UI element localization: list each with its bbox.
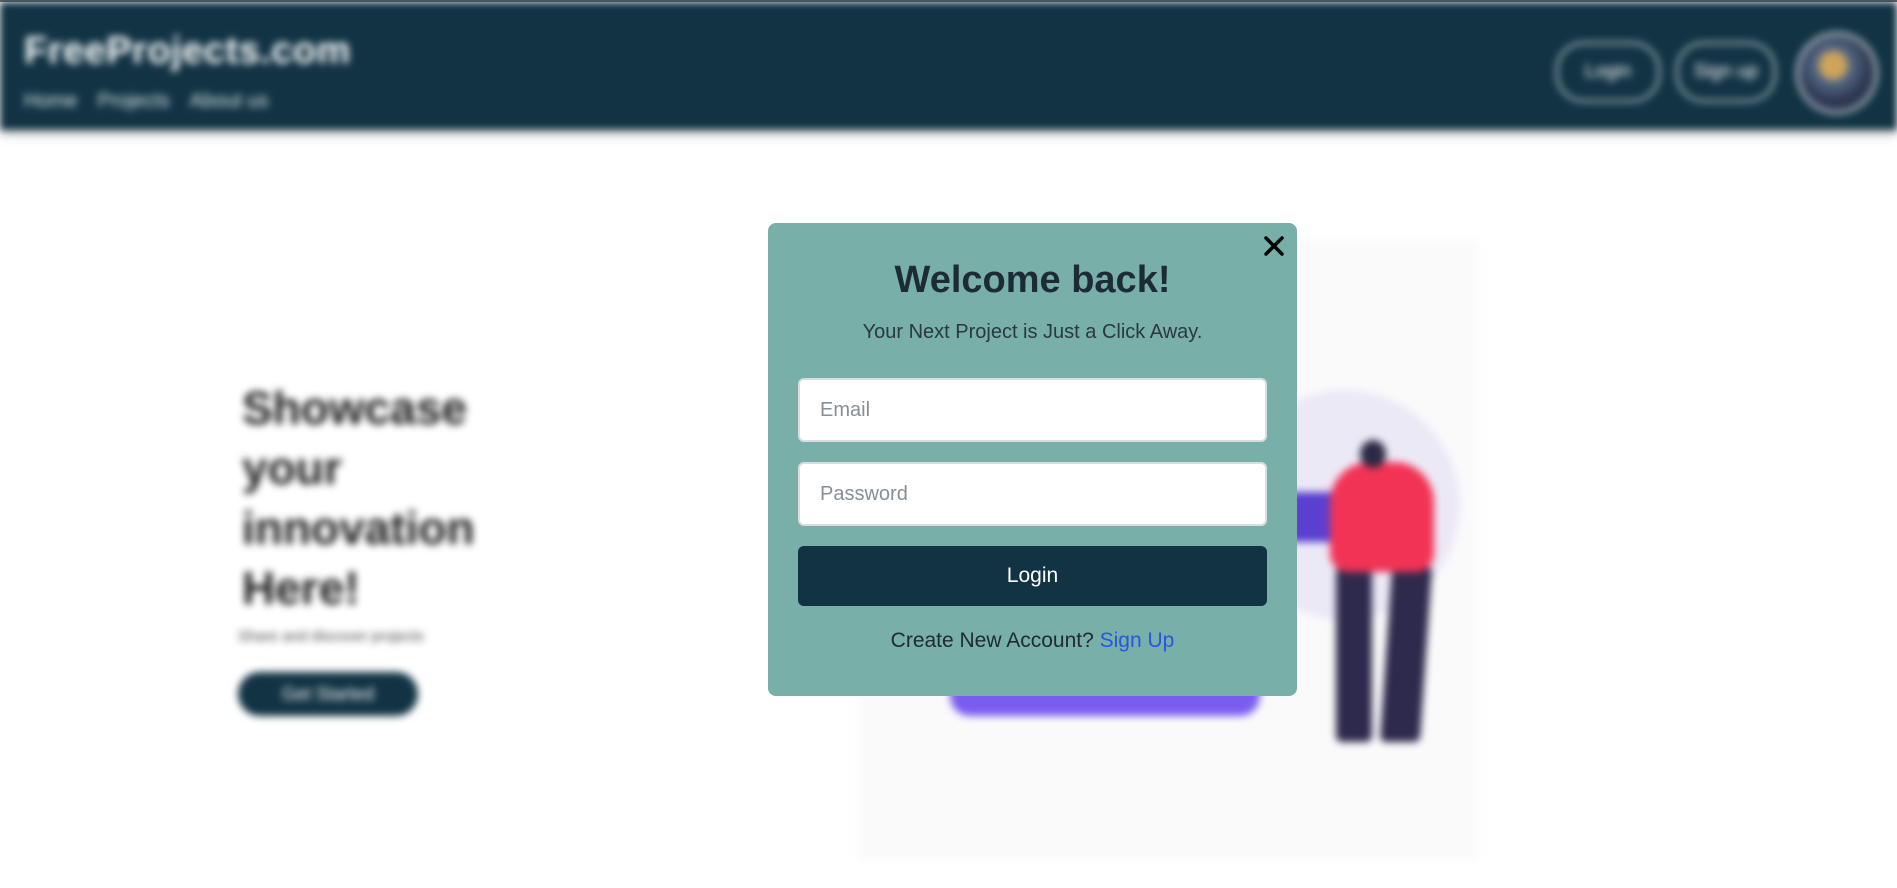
illustration-person-head [1360,440,1386,468]
brand-logo[interactable]: FreeProjects.com [24,30,351,73]
hero-subtitle: Share and discover projects [238,628,424,645]
nav-signup-button[interactable]: Sign up [1676,42,1776,102]
login-button[interactable]: Login [798,546,1267,606]
illustration-person-torso [1330,462,1434,572]
hero-title: Showcase your innovation Here! [242,382,475,614]
nav-link-about[interactable]: About us [190,90,269,113]
modal-title: Welcome back! [894,259,1171,301]
create-account-row: Create New Account? Sign Up [768,629,1297,653]
close-icon [1264,236,1284,256]
nav-link-projects[interactable]: Projects [97,90,169,113]
avatar[interactable] [1796,32,1878,114]
modal-subtitle: Your Next Project is Just a Click Away. [862,321,1203,343]
create-account-text: Create New Account? [890,629,1094,652]
close-button[interactable] [1257,229,1291,263]
password-field[interactable] [798,462,1267,526]
nav-login-button[interactable]: Login [1556,42,1660,102]
nav-links: Home Projects About us [24,90,269,113]
nav-link-home[interactable]: Home [24,90,77,113]
illustration-person-leg [1336,566,1372,742]
login-modal: Welcome back! Your Next Project is Just … [768,223,1297,696]
navbar: FreeProjects.com Home Projects About us … [0,2,1897,130]
email-field[interactable] [798,378,1267,442]
sign-up-link[interactable]: Sign Up [1100,629,1175,652]
get-started-button[interactable]: Get Started [238,672,418,716]
